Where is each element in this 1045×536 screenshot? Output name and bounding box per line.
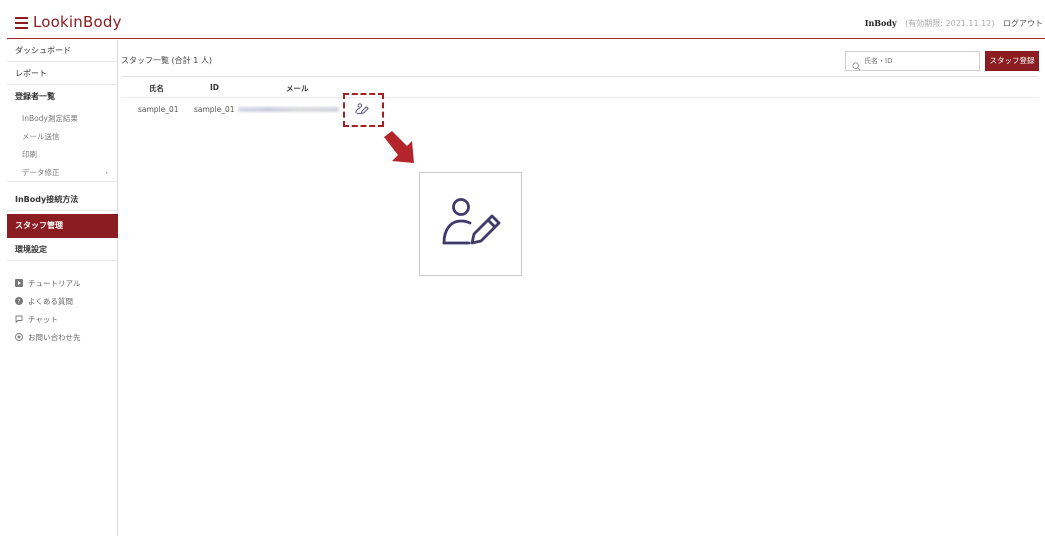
sidebar-subitem-label: データ修正 — [22, 168, 60, 177]
sidebar-subitem-send-mail[interactable]: メール送信 — [7, 128, 118, 146]
sidebar-item-staff[interactable]: スタッフ管理 — [7, 214, 118, 238]
sidebar-subitem-inbody-results[interactable]: InBody測定結果 — [7, 110, 118, 128]
page-title: スタッフ一覧 (合計 1 人) — [121, 56, 212, 65]
column-header-email: メール — [286, 84, 309, 93]
row-email-blurred — [238, 107, 339, 112]
help-item-label: チュートリアル — [28, 279, 81, 288]
help-item-chat[interactable]: チャット — [15, 313, 58, 327]
zoomed-edit-icon-panel — [419, 172, 522, 276]
help-item-label: お問い合わせ先 — [28, 333, 81, 342]
sidebar-item-report[interactable]: レポート — [7, 63, 118, 85]
search-icon — [852, 56, 861, 75]
sidebar-item-dashboard[interactable]: ダッシュボード — [7, 40, 118, 62]
help-item-contact[interactable]: お問い合わせ先 — [15, 331, 81, 345]
sidebar: ダッシュボード レポート 登録者一覧 InBody測定結果 メール送信 印刷 デ… — [7, 40, 118, 536]
chat-icon — [15, 314, 23, 324]
highlight-dashed-box — [343, 93, 384, 127]
sidebar-item-members[interactable]: 登録者一覧 — [7, 86, 118, 108]
column-header-id: ID — [210, 83, 220, 92]
table-header-divider — [121, 97, 1039, 98]
row-id-cell: sample_01 — [194, 105, 235, 114]
search-input[interactable] — [864, 54, 974, 68]
help-item-tutorial[interactable]: チュートリアル — [15, 277, 80, 291]
inbody-label: InBody — [864, 18, 897, 28]
edit-staff-icon-large — [442, 198, 501, 245]
staff-register-button[interactable]: スタッフ登録 — [985, 51, 1039, 71]
header-user-area: InBody (有効期限: 2021.11.12) ログアウト — [865, 18, 1043, 29]
search-field[interactable] — [845, 51, 980, 71]
top-header: LookinBody InBody (有効期限: 2021.11.12) ログア… — [7, 10, 1045, 39]
column-header-name: 氏名 — [149, 84, 164, 93]
logout-link[interactable]: ログアウト — [1003, 19, 1043, 28]
tutorial-icon — [15, 278, 23, 287]
help-item-label: チャット — [28, 315, 58, 324]
help-item-faq[interactable]: ? よくある質問 — [15, 295, 73, 309]
sidebar-subitem-print[interactable]: 印刷 — [7, 146, 118, 164]
sidebar-item-settings[interactable]: 環境設定 — [7, 239, 118, 261]
app-logo[interactable]: LookinBody — [33, 13, 122, 31]
contact-icon — [15, 332, 23, 341]
row-name-cell: sample_01 — [138, 105, 179, 114]
sidebar-item-inbody-connection[interactable]: InBody接続方法 — [7, 189, 118, 211]
pointer-arrow-icon — [380, 128, 420, 172]
help-item-label: よくある質問 — [28, 297, 73, 306]
hamburger-menu-icon[interactable] — [15, 17, 28, 29]
chevron-right-icon: › — [105, 169, 108, 177]
expiry-date: (有効期限: 2021.11.12) — [905, 19, 995, 28]
divider — [121, 76, 1039, 77]
svg-text:?: ? — [17, 298, 20, 305]
faq-icon: ? — [15, 296, 23, 305]
sidebar-subitem-data-edit[interactable]: データ修正 › — [7, 164, 118, 182]
